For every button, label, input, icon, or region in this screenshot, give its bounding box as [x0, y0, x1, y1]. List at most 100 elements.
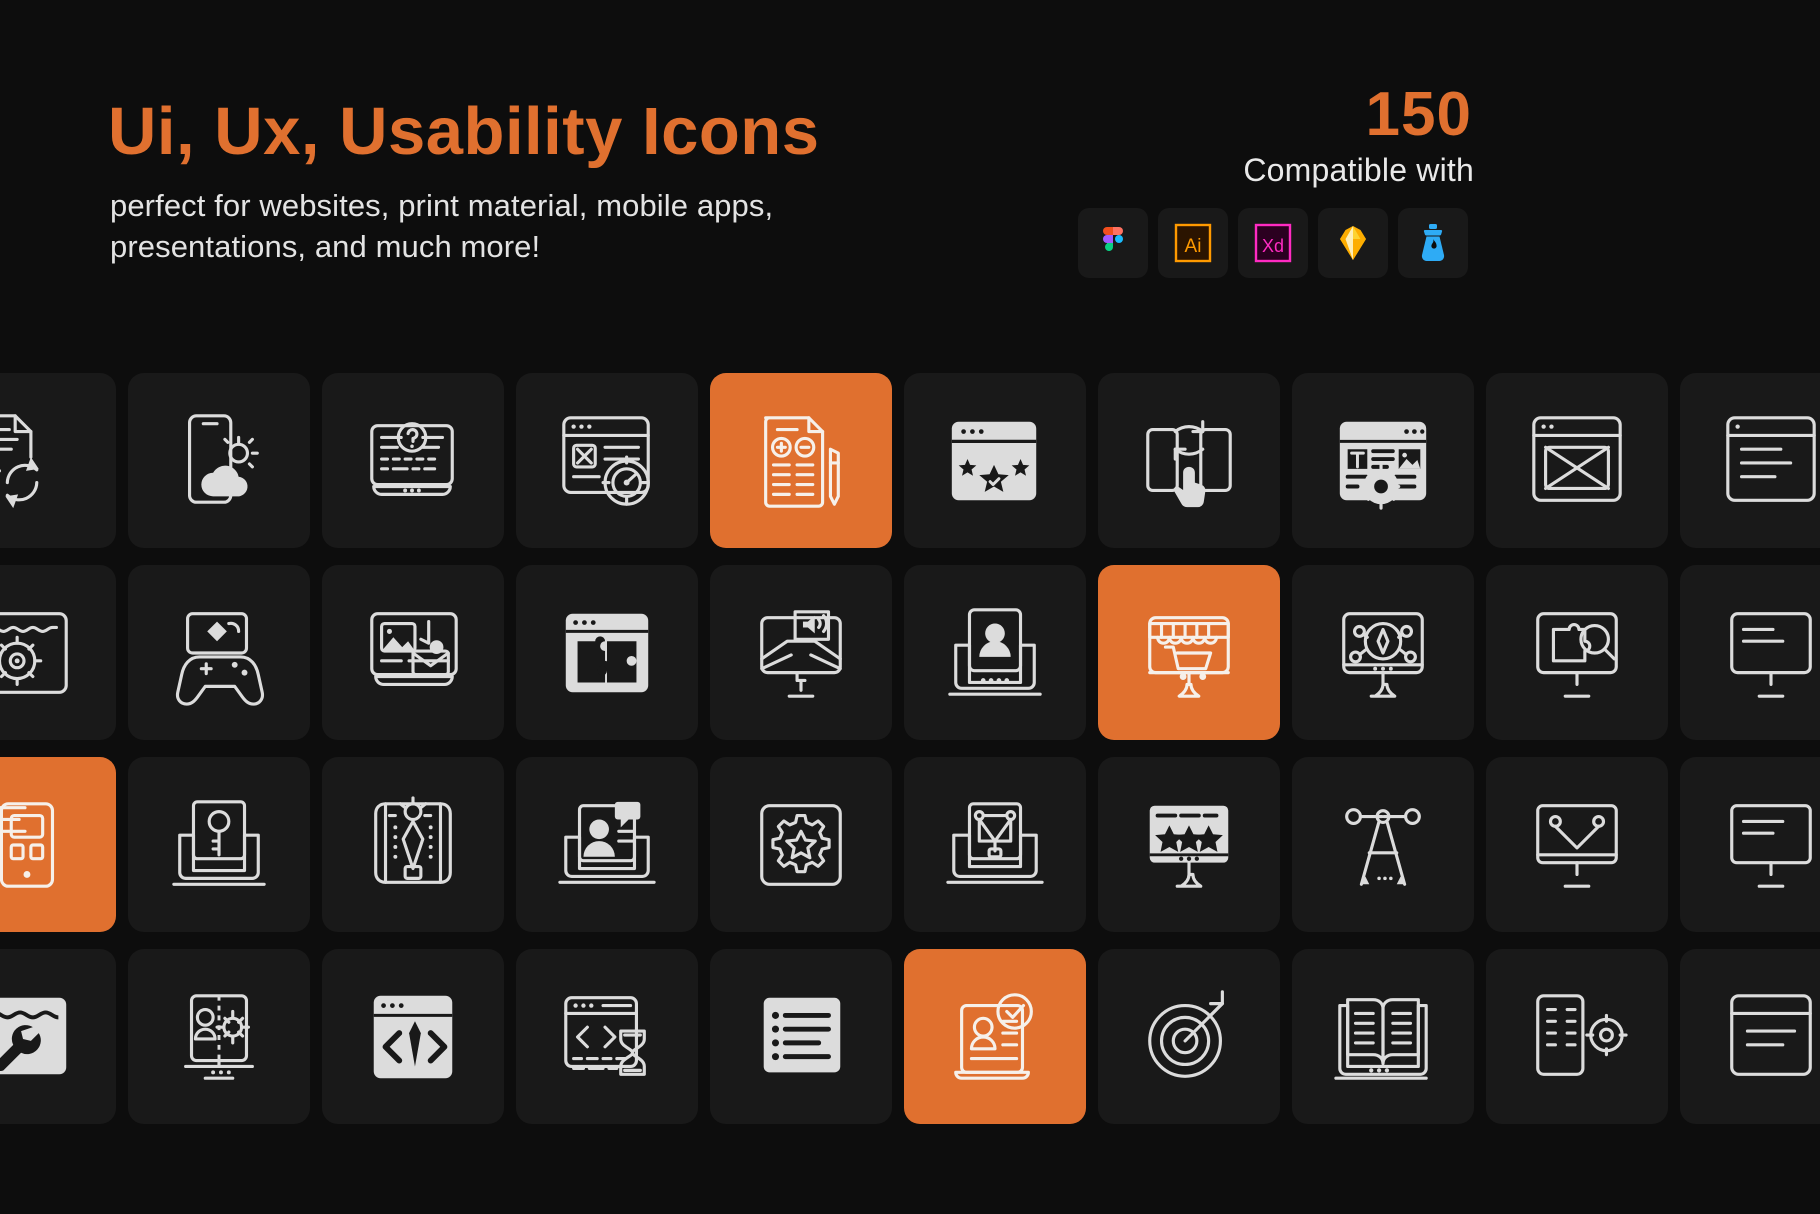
mobile-profile-settings-icon: [166, 984, 272, 1090]
icon-cell-ebook-reading-icon[interactable]: [1292, 949, 1474, 1124]
icon-cell-gear-star-quality-icon[interactable]: [710, 757, 892, 932]
adobe-xd-icon: Xd: [1251, 221, 1295, 265]
icon-count: 150: [1365, 80, 1472, 149]
icon-cell-browser-image-broken-icon[interactable]: [1486, 373, 1668, 548]
icon-cell-desktop-edge-icon[interactable]: [1680, 565, 1820, 740]
compatible-with-label: Compatible with: [1243, 152, 1474, 188]
badge-adobe-illustrator[interactable]: Ai: [1158, 208, 1228, 278]
icon-cell-desktop-mail-audio-icon[interactable]: [710, 565, 892, 740]
desktop-puzzle-search-icon: [1524, 600, 1630, 706]
icon-cell-desktop-edge-2-icon[interactable]: [1680, 757, 1820, 932]
desktop-help-faq-icon: [360, 408, 466, 514]
browser-favorites-stars-icon: [942, 408, 1048, 514]
icon-cell-laptop-user-chat-icon[interactable]: [516, 757, 698, 932]
mobile-app-prototype-icon: [0, 792, 78, 898]
gear-star-quality-icon: [748, 792, 854, 898]
adobe-illustrator-icon: Ai: [1171, 221, 1215, 265]
browser-puzzle-plugin-icon: [554, 600, 660, 706]
desktop-edge-icon: [1718, 600, 1820, 706]
icon-cell-profile-verified-check-icon[interactable]: [904, 949, 1086, 1124]
profile-verified-check-icon: [942, 984, 1048, 1090]
laptop-user-chat-icon: [554, 792, 660, 898]
icon-cell-mobile-rotate-touch-icon[interactable]: [1098, 373, 1280, 548]
icon-cell-ecommerce-store-cart-icon[interactable]: [1098, 565, 1280, 740]
desktop-mail-audio-icon: [748, 600, 854, 706]
icon-cell-laptop-vector-pen-icon[interactable]: [904, 757, 1086, 932]
icon-cell-mobile-app-prototype-icon[interactable]: [0, 757, 116, 932]
badge-figma[interactable]: [1078, 208, 1148, 278]
icon-cell-mobile-weather-icon[interactable]: [128, 373, 310, 548]
browser-code-pen-icon: [360, 984, 466, 1090]
browser-edge-icon: [1718, 408, 1820, 514]
pen-tool-design-icon: [360, 792, 466, 898]
laptop-vector-pen-icon: [942, 792, 1048, 898]
desktop-ratings-review-icon: [1136, 792, 1242, 898]
ebook-reading-icon: [1330, 984, 1436, 1090]
icon-cell-browser-edge-3-icon[interactable]: [1680, 949, 1820, 1124]
icon-cell-document-sync-icon[interactable]: [0, 373, 116, 548]
game-controller-ui-icon: [166, 600, 272, 706]
icon-cell-browser-code-hourglass-icon[interactable]: [516, 949, 698, 1124]
browser-code-hourglass-icon: [554, 984, 660, 1090]
badge-sketch[interactable]: [1318, 208, 1388, 278]
browser-wrench-tools-icon: [0, 984, 78, 1090]
document-sync-icon: [0, 408, 78, 514]
ecommerce-store-cart-icon: [1136, 600, 1242, 706]
icon-cell-desktop-help-faq-icon[interactable]: [322, 373, 504, 548]
browser-edge-3-icon: [1718, 984, 1820, 1090]
icon-cell-browser-edge-icon[interactable]: [1680, 373, 1820, 548]
icon-cell-media-gallery-mail-icon[interactable]: [322, 565, 504, 740]
icon-cell-browser-settings-speed-icon[interactable]: [516, 373, 698, 548]
desktop-edge-2-icon: [1718, 792, 1820, 898]
desktop-vector-node-icon: [1524, 792, 1630, 898]
mobile-gear-edge-icon: [1524, 984, 1630, 1090]
figma-icon: [1093, 223, 1133, 263]
icon-cell-browser-favorites-stars-icon[interactable]: [904, 373, 1086, 548]
icon-cell-desktop-vector-node-icon[interactable]: [1486, 757, 1668, 932]
sketch-icon: [1332, 222, 1374, 264]
page-title: Ui, Ux, Usability Icons: [108, 94, 820, 169]
icon-cell-mobile-profile-settings-icon[interactable]: [128, 949, 310, 1124]
header: Ui, Ux, Usability Icons perfect for webs…: [0, 0, 1820, 330]
icon-cell-laptop-key-security-icon[interactable]: [128, 757, 310, 932]
icon-pack-promo-page: Ui, Ux, Usability Icons perfect for webs…: [0, 0, 1820, 1214]
inkscape-icon: [1413, 222, 1453, 264]
mobile-rotate-touch-icon: [1136, 408, 1242, 514]
page-subtitle: perfect for websites, print material, mo…: [110, 188, 774, 264]
icon-cell-browser-code-pen-icon[interactable]: [322, 949, 504, 1124]
compatible-app-badges: Ai Xd: [1078, 208, 1468, 278]
icon-cell-pen-tool-design-icon[interactable]: [322, 757, 504, 932]
mobile-weather-icon: [166, 408, 272, 514]
form-design-edit-icon: [748, 408, 854, 514]
icon-cell-desktop-puzzle-search-icon[interactable]: [1486, 565, 1668, 740]
icon-cell-browser-gear-settings-icon[interactable]: [0, 565, 116, 740]
icon-cell-desktop-ratings-review-icon[interactable]: [1098, 757, 1280, 932]
target-arrow-goal-icon: [1136, 984, 1242, 1090]
icon-grid: [0, 343, 1820, 1214]
document-list-content-icon: [748, 984, 854, 1090]
icon-cell-browser-puzzle-plugin-icon[interactable]: [516, 565, 698, 740]
badge-adobe-xd[interactable]: Xd: [1238, 208, 1308, 278]
svg-text:Ai: Ai: [1185, 236, 1202, 257]
browser-settings-speed-icon: [554, 408, 660, 514]
icon-cell-desktop-navigation-compass-icon[interactable]: [1292, 565, 1474, 740]
badge-inkscape[interactable]: [1398, 208, 1468, 278]
icon-cell-browser-wrench-tools-icon[interactable]: [0, 949, 116, 1124]
laptop-profile-card-icon: [942, 600, 1048, 706]
icon-cell-compass-drafting-icon[interactable]: [1292, 757, 1474, 932]
icon-cell-game-controller-ui-icon[interactable]: [128, 565, 310, 740]
icon-cell-form-design-edit-icon[interactable]: [710, 373, 892, 548]
browser-content-settings-icon: [1330, 408, 1436, 514]
laptop-key-security-icon: [166, 792, 272, 898]
desktop-navigation-compass-icon: [1330, 600, 1436, 706]
icon-cell-laptop-profile-card-icon[interactable]: [904, 565, 1086, 740]
browser-image-broken-icon: [1524, 408, 1630, 514]
icon-cell-target-arrow-goal-icon[interactable]: [1098, 949, 1280, 1124]
browser-gear-settings-icon: [0, 600, 78, 706]
media-gallery-mail-icon: [360, 600, 466, 706]
compass-drafting-icon: [1330, 792, 1436, 898]
svg-text:Xd: Xd: [1262, 236, 1284, 256]
icon-cell-document-list-content-icon[interactable]: [710, 949, 892, 1124]
icon-cell-browser-content-settings-icon[interactable]: [1292, 373, 1474, 548]
icon-cell-mobile-gear-edge-icon[interactable]: [1486, 949, 1668, 1124]
